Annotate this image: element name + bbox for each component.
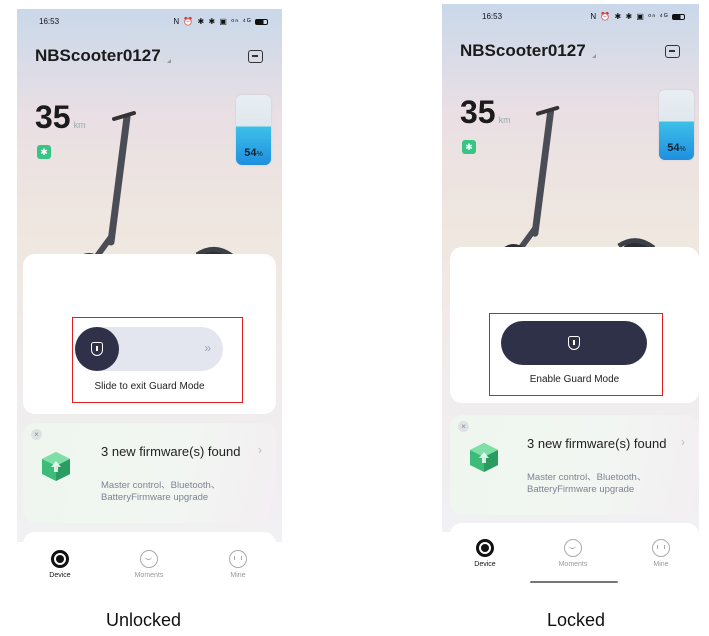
device-icon [476,539,494,557]
tab-moments-label: Moments [558,561,588,568]
status-icons-text: N ⏰ ✱ ✱ ▣ ᵒⁿ ⁴ᴳ [173,17,252,26]
tab-moments[interactable]: Moments [543,539,603,568]
firmware-cube-icon [42,452,70,481]
firmware-subtitle: Master control、Bluetooth、BatteryFirmware… [101,480,221,503]
tab-moments-label: Moments [134,572,164,579]
battery-indicator: 54% [236,95,271,165]
status-icons-text: N ⏰ ✱ ✱ ▣ ᵒⁿ ⁴ᴳ [590,12,669,21]
firmware-title: 3 new firmware(s) found [101,444,241,459]
firmware-title: 3 new firmware(s) found [527,436,667,451]
dropdown-caret-icon [591,54,596,58]
firmware-cube-icon [470,443,498,472]
device-name: NBScooter0127 [460,41,586,60]
status-time: 16:53 [39,17,60,26]
tab-device-label: Device [474,561,496,568]
battery-status-icon [672,13,685,20]
caption-unlocked: Unlocked [106,610,182,630]
tab-moments[interactable]: Moments [119,550,179,579]
status-icons: N ⏰ ✱ ✱ ▣ ᵒⁿ ⁴ᴳ [590,12,685,21]
firmware-card[interactable]: × 3 new firmware(s) found Master control… [23,423,276,523]
tab-device[interactable]: Device [455,539,515,568]
tab-bar: Device Moments Mine [442,532,699,586]
battery-status-icon [255,18,268,25]
message-icon[interactable] [248,50,263,63]
home-indicator[interactable] [530,581,618,583]
close-icon[interactable]: × [31,429,42,440]
battery-indicator: 54% [659,90,694,160]
mine-icon [652,539,670,557]
highlight-box [489,313,663,396]
tab-mine[interactable]: Mine [208,550,268,579]
bluetooth-icon[interactable]: ✱ [462,140,476,154]
device-icon [51,550,69,568]
battery-percent-value: 54 [244,147,257,159]
highlight-box [72,317,243,403]
message-icon[interactable] [665,45,680,58]
tab-device-label: Device [49,572,71,579]
mine-icon [229,550,247,568]
unlocked-screen: 16:53 N ⏰ ✱ ✱ ▣ ᵒⁿ ⁴ᴳ NBScooter0127 35 km… [17,9,282,597]
chevron-right-icon: › [258,443,262,457]
close-icon[interactable]: × [458,421,469,432]
device-name-selector[interactable]: NBScooter0127 [460,41,596,61]
caption-locked: Locked [547,610,606,630]
tab-mine-label: Mine [653,561,669,568]
tab-bar: Device Moments Mine [17,542,282,597]
status-time: 16:53 [482,12,503,21]
device-name-selector[interactable]: NBScooter0127 [35,46,171,66]
battery-percent: 54% [659,142,694,154]
firmware-subtitle: Master control、Bluetooth、BatteryFirmware… [527,472,647,495]
battery-percent-value: 54 [667,142,680,154]
locked-screen: 16:53 N ⏰ ✱ ✱ ▣ ᵒⁿ ⁴ᴳ NBScooter0127 35 km… [442,4,699,586]
tab-mine[interactable]: Mine [631,539,691,568]
device-name: NBScooter0127 [35,46,161,65]
status-icons: N ⏰ ✱ ✱ ▣ ᵒⁿ ⁴ᴳ [173,17,268,26]
status-bar: 16:53 N ⏰ ✱ ✱ ▣ ᵒⁿ ⁴ᴳ [442,4,699,26]
battery-percent-symbol: % [679,146,686,153]
tab-mine-label: Mine [230,572,246,579]
battery-percent: 54% [236,147,271,159]
moments-icon [564,539,582,557]
chevron-right-icon: › [681,435,685,449]
dropdown-caret-icon [166,59,171,63]
moments-icon [140,550,158,568]
firmware-card[interactable]: × 3 new firmware(s) found Master control… [450,415,699,515]
bluetooth-icon[interactable]: ✱ [37,145,51,159]
status-bar: 16:53 N ⏰ ✱ ✱ ▣ ᵒⁿ ⁴ᴳ [17,9,282,31]
battery-percent-symbol: % [256,151,263,158]
tab-device[interactable]: Device [30,550,90,579]
